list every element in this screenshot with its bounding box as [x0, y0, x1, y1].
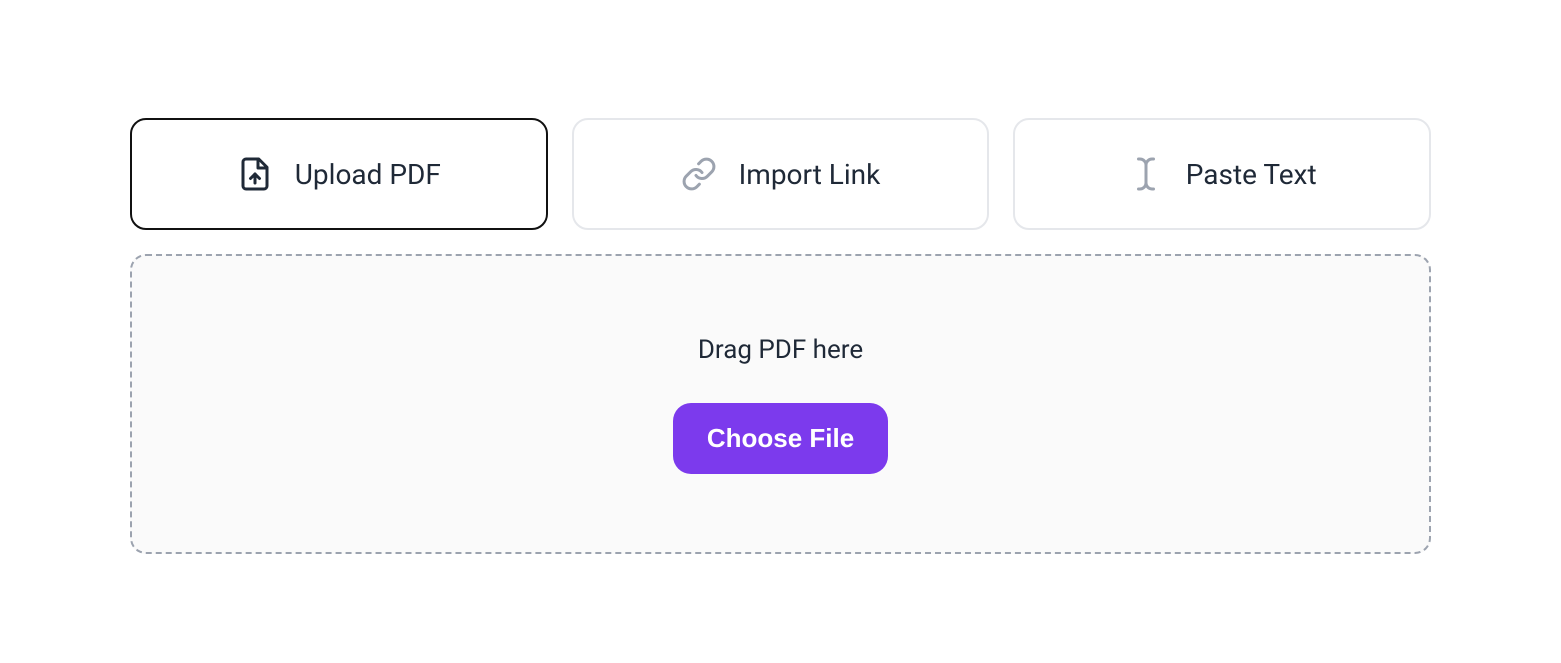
tab-import-link[interactable]: Import Link — [572, 118, 990, 230]
link-icon — [681, 156, 717, 192]
dropzone-text: Drag PDF here — [698, 335, 863, 365]
tab-label: Upload PDF — [295, 158, 441, 191]
dropzone[interactable]: Drag PDF here Choose File — [130, 254, 1431, 554]
file-up-icon — [237, 156, 273, 192]
tab-paste-text[interactable]: Paste Text — [1013, 118, 1431, 230]
tab-upload-pdf[interactable]: Upload PDF — [130, 118, 548, 230]
upload-panel: Upload PDF Import Link Paste Text — [130, 118, 1431, 554]
choose-file-button[interactable]: Choose File — [673, 403, 888, 474]
tabs-row: Upload PDF Import Link Paste Text — [130, 118, 1431, 230]
text-cursor-icon — [1128, 156, 1164, 192]
tab-label: Paste Text — [1186, 158, 1317, 191]
tab-label: Import Link — [739, 158, 881, 191]
